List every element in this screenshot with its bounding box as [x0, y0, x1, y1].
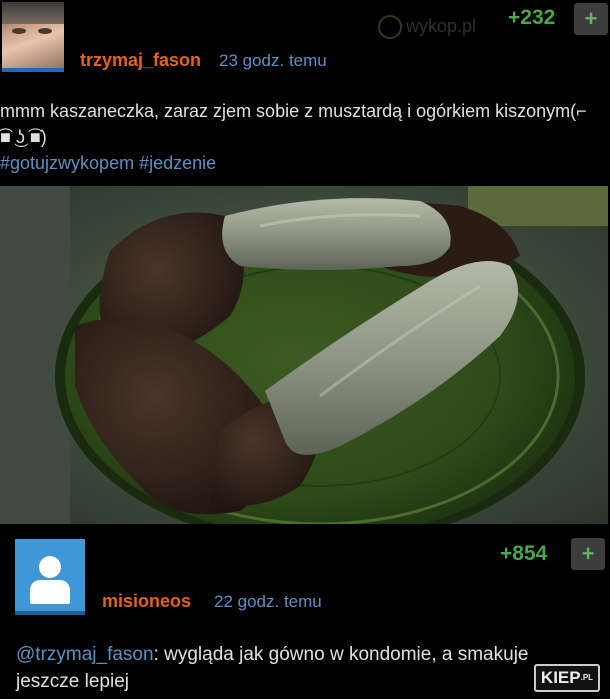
- tag-link[interactable]: #gotujzwykopem: [0, 153, 134, 173]
- comment-timestamp[interactable]: 22 godz. temu: [214, 592, 322, 612]
- food-photo: [0, 186, 608, 524]
- mention-link[interactable]: @trzymaj_fason: [16, 644, 154, 665]
- comment-upvote-button[interactable]: +: [571, 538, 605, 570]
- entry-text: mmm kaszaneczka, zaraz zjem sobie z musz…: [0, 101, 587, 147]
- author-username[interactable]: trzymaj_fason: [80, 50, 201, 71]
- entry: trzymaj_fason 23 godz. temu wykop.pl +23…: [0, 0, 610, 525]
- plus-icon: +: [584, 6, 598, 31]
- wykop-logo-icon: [378, 15, 402, 39]
- user-silhouette-icon[interactable]: [15, 539, 85, 615]
- plus-icon: +: [581, 541, 595, 566]
- comment-body: @trzymaj_fason: wygląda jak gówno w kond…: [16, 641, 556, 695]
- upvote-button[interactable]: +: [574, 3, 608, 35]
- kiep-badge: KIEP.PL: [534, 664, 600, 692]
- watermark: wykop.pl: [378, 15, 476, 39]
- entry-body: mmm kaszaneczka, zaraz zjem sobie z musz…: [0, 98, 600, 176]
- comment-username[interactable]: misioneos: [102, 591, 191, 612]
- entry-image[interactable]: [0, 186, 608, 524]
- entry-timestamp[interactable]: 23 godz. temu: [219, 51, 327, 71]
- author-avatar[interactable]: [2, 2, 64, 72]
- entry-score: +232: [508, 6, 556, 29]
- tag-link[interactable]: #jedzenie: [139, 153, 216, 173]
- comment-score: +854: [500, 542, 548, 565]
